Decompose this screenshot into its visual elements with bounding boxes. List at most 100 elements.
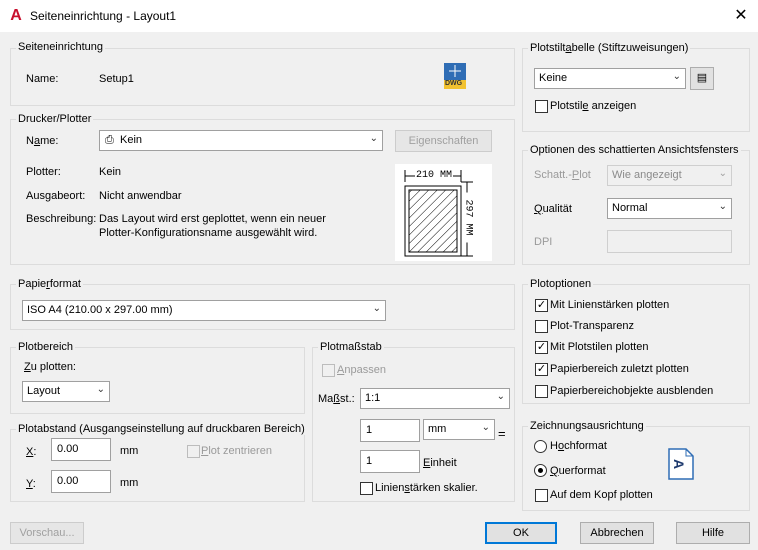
location-label: Ausgabeort: xyxy=(26,190,86,202)
offset-y-label: Y: xyxy=(26,478,36,490)
help-button-label: Hilfe xyxy=(701,527,724,539)
scale-value1: 1 xyxy=(366,424,373,436)
chevron-down-icon: ⌄ xyxy=(481,422,490,433)
window-title: Seiteneinrichtung - Layout1 xyxy=(30,9,177,23)
center-plot-label: Plot zentrieren xyxy=(201,445,272,457)
chevron-down-icon: ⌄ xyxy=(96,384,105,395)
description-line2: Plotter-Konfigurationsname ausgewählt wi… xyxy=(99,227,318,239)
chevron-down-icon: ⌄ xyxy=(672,71,681,82)
orientation-legend: Zeichnungsausrichtung xyxy=(528,420,646,432)
landscape-orientation-icon: A xyxy=(668,448,694,480)
portrait-label: Hochformat xyxy=(550,440,607,452)
edit-table-icon: ▤ xyxy=(696,72,708,84)
location-value: Nicht anwendbar xyxy=(99,190,182,202)
scale-select[interactable]: 1:1 ⌄ xyxy=(360,388,510,409)
chevron-down-icon: ⌄ xyxy=(372,303,381,314)
paper-size-select[interactable]: ISO A4 (210.00 x 297.00 mm) ⌄ xyxy=(22,300,386,321)
dwg-icon-text: DWG xyxy=(445,80,463,87)
paper-size-value: ISO A4 (210.00 x 297.00 mm) xyxy=(27,304,173,316)
ok-button[interactable]: OK xyxy=(485,522,557,544)
plot-area-legend: Plotbereich xyxy=(16,341,76,353)
center-plot-checkbox[interactable] xyxy=(187,445,200,458)
preview-height-label: 297 MM xyxy=(462,192,474,243)
cancel-button[interactable]: Abbrechen xyxy=(580,522,654,544)
autocad-icon: A xyxy=(10,7,22,24)
preview-button-label: Vorschau... xyxy=(19,527,75,539)
portrait-radio[interactable] xyxy=(534,440,547,453)
orientation-icon-letter: A xyxy=(671,458,688,470)
plot-what-value: Layout xyxy=(27,385,61,397)
printer-name-label: Name: xyxy=(26,135,59,147)
scale-lineweights-label: Linienstärken skalier. xyxy=(375,482,478,494)
page-setup-group xyxy=(10,48,515,106)
close-button[interactable]: ✕ xyxy=(730,6,752,26)
offset-y-unit: mm xyxy=(120,477,139,489)
upside-down-checkbox[interactable] xyxy=(535,489,548,502)
plot-what-select[interactable]: Layout ⌄ xyxy=(22,381,110,402)
properties-button-label: Eigenschaften xyxy=(408,135,479,147)
scale-unit-select[interactable]: mm ⌄ xyxy=(423,419,495,440)
shade-plot-select[interactable]: Wie angezeigt ⌄ xyxy=(607,165,732,186)
upside-down-label: Auf dem Kopf plotten xyxy=(550,489,653,501)
printer-icon: ⎙ xyxy=(105,134,114,146)
scale-unit-value: mm xyxy=(428,423,447,435)
plot-offset-legend: Plotabstand (Ausgangseinstellung auf dru… xyxy=(16,423,307,435)
properties-button[interactable]: Eigenschaften xyxy=(395,130,492,152)
scale-value2-input[interactable]: 1 xyxy=(360,450,420,473)
plot-transparency-checkbox[interactable] xyxy=(535,320,548,333)
offset-x-label: X: xyxy=(26,446,37,458)
page-setup-name-value: Setup1 xyxy=(99,73,134,85)
offset-y-input[interactable]: 0.00 xyxy=(51,470,111,493)
edit-plot-style-button[interactable]: ▤ xyxy=(690,67,714,90)
landscape-radio[interactable] xyxy=(534,464,547,477)
paper-preview: 210 MM 297 MM xyxy=(395,164,492,261)
offset-y-value: 0.00 xyxy=(57,475,79,487)
quality-label: Qualität xyxy=(534,203,572,215)
offset-x-input[interactable]: 0.00 xyxy=(51,438,111,461)
offset-x-value: 0.00 xyxy=(57,443,79,455)
offset-x-unit: mm xyxy=(120,445,139,457)
chevron-down-icon: ⌄ xyxy=(718,201,727,212)
landscape-label: Querformat xyxy=(550,465,606,477)
plot-paperspace-last-checkbox[interactable]: ✓ xyxy=(535,363,548,376)
plot-style-table-legend: Plotstiltabelle (Stiftzuweisungen) xyxy=(528,42,691,54)
chevron-down-icon: ⌄ xyxy=(718,168,727,179)
plot-lineweights-checkbox[interactable]: ✓ xyxy=(535,299,548,312)
description-line1: Das Layout wird erst geplottet, wenn ein… xyxy=(99,213,326,225)
plot-what-label: Zu plotten: xyxy=(24,361,76,373)
plot-style-table-value: Keine xyxy=(539,72,568,84)
preview-button[interactable]: Vorschau... xyxy=(10,522,84,544)
fit-to-paper-label: Anpassen xyxy=(337,364,386,376)
scale-unit-label: Einheit xyxy=(423,457,457,469)
dwg-file-icon: DWG xyxy=(443,62,467,90)
scale-value1-input[interactable]: 1 xyxy=(360,419,420,442)
plot-style-table-select[interactable]: Keine ⌄ xyxy=(534,68,686,89)
dpi-input[interactable] xyxy=(607,230,732,253)
plot-with-styles-checkbox[interactable]: ✓ xyxy=(535,341,548,354)
plotter-value: Kein xyxy=(99,166,122,178)
hide-paperspace-objects-checkbox[interactable] xyxy=(535,385,548,398)
plotter-label: Plotter: xyxy=(26,166,61,178)
shade-plot-label: Schatt.-Plot xyxy=(534,169,591,181)
fit-to-paper-checkbox[interactable] xyxy=(322,364,335,377)
preview-width-label: 210 MM xyxy=(415,170,454,181)
ok-button-label: OK xyxy=(513,527,529,539)
page-setup-legend: Seiteneinrichtung xyxy=(16,41,106,53)
title-bar: A Seiteneinrichtung - Layout1 ✕ xyxy=(0,0,758,32)
show-plot-styles-checkbox[interactable] xyxy=(535,100,548,113)
page-setup-name-label: Name: xyxy=(26,73,59,85)
cancel-button-label: Abbrechen xyxy=(590,527,644,539)
printer-name-value: Kein xyxy=(120,134,143,146)
show-plot-styles-label: Plotstile anzeigen xyxy=(550,100,637,112)
quality-select[interactable]: Normal ⌄ xyxy=(607,198,732,219)
quality-value: Normal xyxy=(612,202,648,214)
help-button[interactable]: Hilfe xyxy=(676,522,750,544)
plot-style-table-group xyxy=(522,48,750,132)
plot-paperspace-last-label: Papierbereich zuletzt plotten xyxy=(550,363,689,375)
plot-scale-legend: Plotmaßstab xyxy=(318,341,384,353)
printer-name-select[interactable]: ⎙ Kein ⌄ xyxy=(99,130,383,151)
plot-with-styles-label: Mit Plotstilen plotten xyxy=(550,341,649,353)
scale-value2: 1 xyxy=(366,455,373,467)
scale-lineweights-checkbox[interactable] xyxy=(360,482,373,495)
printer-legend: Drucker/Plotter xyxy=(16,113,94,125)
